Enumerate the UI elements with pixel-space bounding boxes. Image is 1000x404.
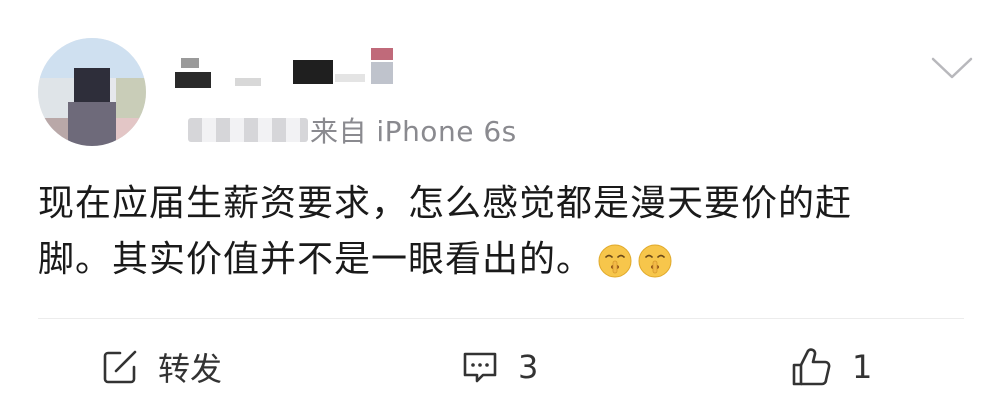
- post-text-line-2-text: 脚。其实价值并不是一眼看出的。: [38, 239, 594, 280]
- post-text: 现在应届生薪资要求，怎么感觉都是漫天要价的赶 脚。其实价值并不是一眼看出的。: [38, 176, 968, 288]
- avatar[interactable]: [38, 38, 146, 146]
- weibo-post-card: 来自 iPhone 6s 现在应届生薪资要求，怎么感觉都是漫天要价的赶 脚。其实…: [0, 0, 1000, 404]
- timestamp-redacted: [188, 118, 308, 142]
- comment-button[interactable]: 3: [460, 345, 538, 389]
- post-text-line-2: 脚。其实价值并不是一眼看出的。: [38, 232, 968, 288]
- comment-count: 3: [518, 348, 539, 386]
- post-text-line-1: 现在应届生薪资要求，怎么感觉都是漫天要价的赶: [38, 183, 853, 224]
- repost-button[interactable]: 转发: [100, 345, 222, 389]
- shush-face-emoji: [638, 244, 672, 278]
- chevron-down-icon[interactable]: [930, 55, 974, 81]
- divider: [38, 318, 964, 319]
- repost-label: 转发: [158, 350, 223, 388]
- username-redacted[interactable]: [175, 48, 405, 100]
- post-source: 来自 iPhone 6s: [310, 115, 517, 148]
- like-button[interactable]: 1: [790, 345, 872, 389]
- comment-icon: [463, 352, 497, 383]
- thumbs-up-icon: [792, 348, 831, 386]
- like-count: 1: [852, 348, 873, 386]
- repost-icon: [103, 350, 137, 384]
- shush-face-emoji: [598, 244, 632, 278]
- post-meta: 来自 iPhone 6s: [188, 110, 517, 150]
